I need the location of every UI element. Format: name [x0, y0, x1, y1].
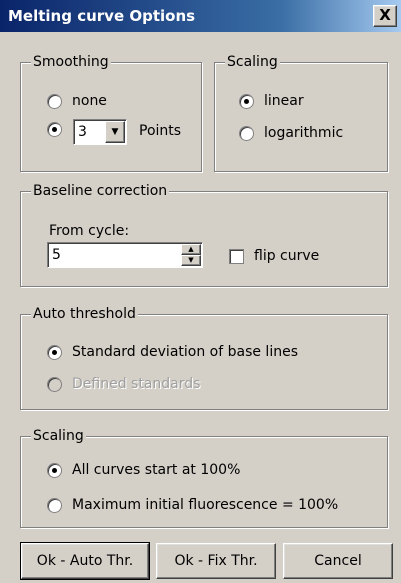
all-curves-100-radio[interactable] [47, 462, 62, 478]
all-curves-100-label: All curves start at 100% [72, 462, 241, 478]
smoothing-group: Smoothing none 3 ▼ Points [20, 53, 202, 172]
all-curves-100-option[interactable]: All curves start at 100% [47, 461, 240, 479]
points-select[interactable]: 3 ▼ [73, 119, 127, 145]
ok-auto-threshold-button[interactable]: Ok - Auto Thr. [20, 542, 150, 580]
ok-fix-threshold-button[interactable]: Ok - Fix Thr. [156, 543, 276, 579]
smoothing-none-option[interactable]: none [47, 92, 107, 110]
close-button[interactable]: X [373, 5, 397, 27]
scaling-top-group: Scaling linear logarithmic [214, 53, 388, 172]
std-deviation-option[interactable]: Standard deviation of base lines [47, 343, 298, 361]
scaling-log-radio[interactable] [239, 125, 254, 141]
scaling-top-legend: Scaling [225, 53, 280, 71]
auto-threshold-group: Auto threshold Standard deviation of bas… [20, 305, 388, 410]
baseline-group: Baseline correction From cycle: 5 ▲ ▼ fl… [20, 182, 388, 287]
from-cycle-value: 5 [52, 247, 61, 263]
arrow-down-icon: ▼ [188, 256, 194, 264]
baseline-legend: Baseline correction [31, 182, 170, 200]
max-initial-radio[interactable] [47, 497, 62, 513]
cancel-button[interactable]: Cancel [283, 543, 393, 579]
spin-down-button[interactable]: ▼ [181, 255, 201, 266]
scaling-bottom-group: Scaling All curves start at 100% Maximum… [20, 427, 388, 528]
flip-curve-checkbox[interactable] [229, 248, 244, 264]
scaling-log-label: logarithmic [264, 125, 344, 141]
from-cycle-spinner[interactable]: 5 ▲ ▼ [47, 242, 203, 268]
flip-curve-option[interactable]: flip curve [229, 247, 319, 265]
scaling-linear-label: linear [264, 93, 304, 109]
max-initial-label: Maximum initial fluorescence = 100% [72, 497, 339, 513]
std-deviation-label: Standard deviation of base lines [72, 344, 298, 360]
points-select-button[interactable]: ▼ [105, 121, 125, 143]
defined-standards-option: Defined standards [47, 375, 200, 393]
arrow-up-icon: ▲ [188, 245, 194, 253]
defined-standards-label: Defined standards [72, 376, 201, 392]
points-select-value: 3 [78, 124, 87, 140]
window-title: Melting curve Options [8, 7, 196, 25]
smoothing-legend: Smoothing [31, 53, 111, 71]
scaling-bottom-legend: Scaling [31, 427, 86, 445]
title-bar: Melting curve Options X [0, 0, 401, 32]
smoothing-points-radio[interactable] [47, 122, 62, 137]
std-deviation-radio[interactable] [47, 344, 62, 360]
smoothing-points-option[interactable] [47, 122, 72, 137]
points-label: Points [139, 123, 182, 139]
scaling-log-option[interactable]: logarithmic [239, 124, 343, 142]
flip-curve-label: flip curve [254, 248, 320, 264]
close-icon: X [379, 6, 391, 24]
scaling-linear-option[interactable]: linear [239, 92, 304, 110]
from-cycle-label: From cycle: [49, 223, 130, 239]
smoothing-none-label: none [72, 93, 107, 109]
defined-standards-radio [47, 376, 62, 392]
chevron-down-icon: ▼ [111, 126, 119, 137]
smoothing-none-radio[interactable] [47, 93, 62, 109]
spin-up-button[interactable]: ▲ [181, 244, 201, 255]
max-initial-option[interactable]: Maximum initial fluorescence = 100% [47, 496, 338, 514]
auto-threshold-legend: Auto threshold [31, 305, 138, 323]
scaling-linear-radio[interactable] [239, 93, 254, 109]
